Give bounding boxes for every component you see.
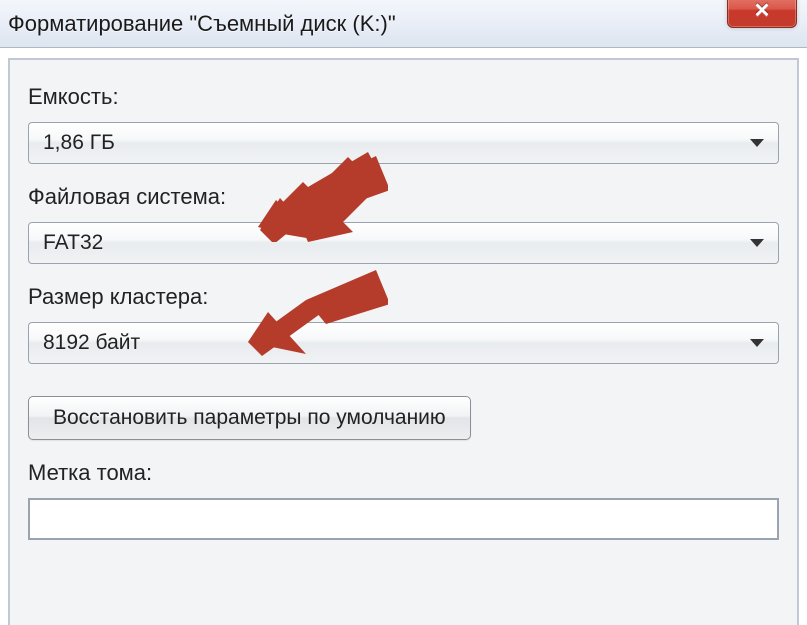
window-title: Форматирование "Съемный диск (K:)" xyxy=(8,11,396,37)
capacity-label: Емкость: xyxy=(28,84,779,110)
chevron-down-icon xyxy=(750,139,764,147)
close-button[interactable]: ✕ xyxy=(727,0,797,28)
filesystem-dropdown[interactable]: FAT32 xyxy=(28,222,779,264)
cluster-value: 8192 байт xyxy=(43,331,140,355)
cluster-dropdown[interactable]: 8192 байт xyxy=(28,322,779,364)
volume-label-label: Метка тома: xyxy=(28,460,779,486)
capacity-dropdown[interactable]: 1,86 ГБ xyxy=(28,122,779,164)
cluster-label: Размер кластера: xyxy=(28,284,779,310)
filesystem-value: FAT32 xyxy=(43,231,103,255)
close-icon: ✕ xyxy=(754,1,771,21)
titlebar: Форматирование "Съемный диск (K:)" ✕ xyxy=(0,0,807,48)
filesystem-label: Файловая система: xyxy=(28,184,779,210)
chevron-down-icon xyxy=(750,239,764,247)
restore-defaults-button[interactable]: Восстановить параметры по умолчанию xyxy=(28,396,471,440)
capacity-value: 1,86 ГБ xyxy=(43,131,115,155)
dialog-content: Емкость: 1,86 ГБ Файловая система: FAT32… xyxy=(8,58,799,625)
chevron-down-icon xyxy=(750,339,764,347)
volume-label-input[interactable] xyxy=(28,498,779,540)
